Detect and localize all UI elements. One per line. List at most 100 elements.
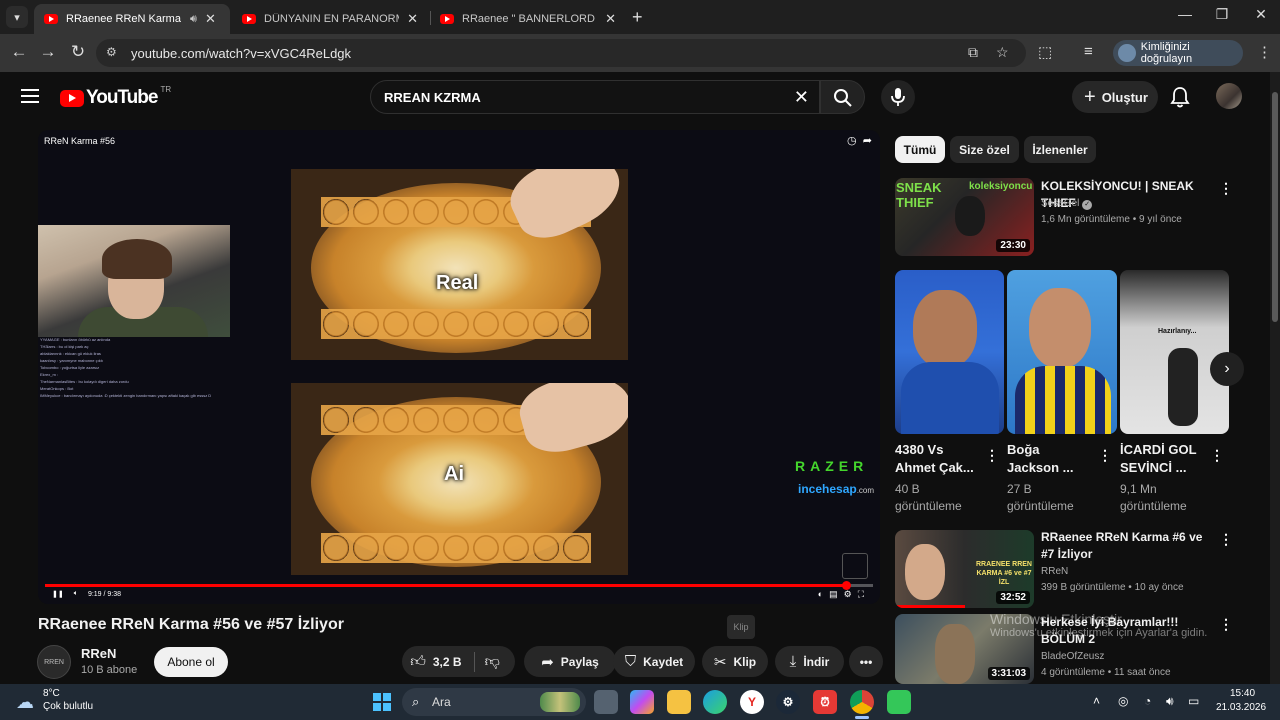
search-input[interactable]: RREAN KZRMA ✕ — [370, 80, 820, 114]
short-thumbnail[interactable] — [895, 270, 1004, 434]
voice-search-button[interactable] — [881, 80, 915, 114]
chip-for-you[interactable]: Size özel — [950, 136, 1019, 163]
windows-start-icon[interactable] — [370, 690, 394, 714]
dislike-button[interactable]: 👎︎ — [485, 653, 507, 671]
recommended-thumbnail[interactable]: SNEAK THIEF koleksiyoncu 23:30 — [895, 178, 1034, 256]
edge-browser-icon[interactable] — [703, 690, 727, 714]
progress-bar[interactable] — [45, 581, 873, 590]
wifi-icon[interactable]: ◔ — [1144, 694, 1151, 708]
clip-button[interactable]: ✂︎ Klip — [702, 646, 768, 677]
more-actions-button[interactable]: ••• — [849, 646, 883, 677]
address-bar[interactable]: ⚙︎ youtube.com/watch?v=xVGC4ReLdgk ⧉ ☆ — [96, 39, 1026, 67]
chip-all[interactable]: Tümü — [895, 136, 945, 163]
weather-description[interactable]: Çok bulutlu — [43, 701, 93, 712]
settings-gear-icon[interactable]: ⚙︎ — [844, 589, 858, 599]
short-title[interactable]: İCARDİ GOL SEVİNCİ ... — [1120, 441, 1200, 477]
create-button[interactable]: + Oluştur — [1072, 81, 1158, 113]
taskbar-search[interactable]: ⌕ Ara — [402, 688, 586, 716]
window-close-icon[interactable]: ✕ — [1246, 6, 1276, 23]
chat-app-icon[interactable] — [887, 690, 911, 714]
youtube-logo[interactable]: YouTube TR — [60, 85, 171, 109]
short-thumbnail[interactable] — [1007, 270, 1117, 434]
yandex-browser-icon[interactable]: Y — [740, 690, 764, 714]
tab-search-icon[interactable]: ▾ — [6, 6, 28, 28]
minimize-icon[interactable]: — — [1170, 6, 1200, 22]
watch-later-icon[interactable]: ◷ — [847, 135, 857, 147]
tab-close-icon[interactable]: ✕ — [605, 11, 616, 27]
url-text[interactable]: youtube.com/watch?v=xVGC4ReLdgk — [131, 46, 351, 61]
channel-watermark[interactable] — [842, 553, 868, 579]
carousel-next-button[interactable]: › — [1210, 352, 1244, 386]
weather-cloud-icon[interactable]: ☁︎ — [16, 692, 34, 713]
more-vertical-icon[interactable]: ⋮ — [1219, 180, 1233, 197]
clip-tooltip: Klip — [727, 615, 755, 639]
new-tab-icon[interactable]: + — [632, 7, 643, 28]
forward-icon[interactable]: → — [37, 42, 59, 62]
more-vertical-icon[interactable]: ⋮ — [1210, 447, 1224, 464]
bookmark-star-icon[interactable]: ☆ — [996, 44, 1009, 61]
copilot-icon[interactable] — [630, 690, 654, 714]
more-vertical-icon[interactable]: ⋮ — [985, 447, 999, 464]
share-arrow-icon[interactable]: ➦ — [863, 135, 872, 147]
recommended-channel[interactable]: RReN — [1041, 564, 1068, 580]
tab-bannerlord[interactable]: RRaenee " BANNERLORD KOMİ ✕ — [430, 4, 626, 34]
clear-search-icon[interactable]: ✕ — [794, 87, 809, 108]
chip-watched[interactable]: İzlenenler — [1024, 136, 1096, 163]
notifications-bell-icon[interactable] — [1170, 86, 1190, 113]
like-button[interactable]: 👍︎ 3,2 B — [410, 653, 461, 671]
install-app-icon[interactable]: ⧉ — [968, 44, 978, 61]
clock-time[interactable]: 15:40 — [1230, 688, 1255, 699]
more-vertical-icon[interactable]: ⋮ — [1098, 447, 1112, 464]
tab-paranormal[interactable]: DÜNYANIN EN PARANORMAL ✕ — [232, 4, 428, 34]
account-avatar[interactable] — [1216, 83, 1242, 109]
short-thumbnail[interactable]: Hazırlanıy... — [1120, 270, 1229, 434]
tab-close-icon[interactable]: ✕ — [205, 11, 216, 27]
tab-video[interactable]: RRaenee RReN Karma #56 v 🔊︎ ✕ — [34, 4, 230, 34]
download-button[interactable]: ⤓ İndir — [775, 646, 844, 677]
alarm-app-icon[interactable]: ⏰︎ — [813, 690, 837, 714]
tab-audio-icon[interactable]: 🔊︎ — [190, 13, 197, 26]
pause-icon[interactable]: ❚❚ — [52, 590, 64, 598]
channel-name[interactable]: RReN — [81, 646, 116, 661]
subtitles-icon[interactable]: ▤ — [829, 589, 844, 599]
back-icon[interactable]: ← — [8, 42, 30, 62]
steam-icon[interactable]: ⚙︎ — [776, 690, 800, 714]
site-info-icon[interactable]: ⚙︎ — [106, 45, 117, 59]
share-button[interactable]: ➦ Paylaş — [524, 646, 616, 677]
weather-temperature[interactable]: 8°C — [43, 688, 60, 699]
recommended-channel[interactable]: SeseGel ✓ — [1041, 196, 1093, 212]
task-view-icon[interactable] — [594, 690, 618, 714]
file-explorer-icon[interactable] — [667, 690, 691, 714]
clock-date[interactable]: 21.03.2026 — [1216, 702, 1266, 713]
maximize-icon[interactable]: ❐ — [1207, 6, 1237, 23]
page-scrollbar[interactable] — [1270, 72, 1280, 684]
subscribe-button[interactable]: Abone ol — [154, 647, 228, 677]
tray-overflow-icon[interactable]: ˄ — [1093, 694, 1100, 708]
recommended-channel[interactable]: BladeOfZeusz — [1041, 649, 1104, 665]
recommended-thumbnail[interactable]: RRAENEE RREN KARMA #6 ve #7 İZL 32:52 — [895, 530, 1034, 608]
hamburger-menu-icon[interactable] — [21, 89, 39, 103]
reload-icon[interactable]: ↻ — [67, 42, 89, 62]
tab-close-icon[interactable]: ✕ — [407, 11, 418, 27]
save-button[interactable]: ⛉ Kaydet — [613, 646, 695, 677]
recommended-title[interactable]: RRaenee RReN Karma #6 ve #7 İzliyor — [1041, 529, 1213, 563]
more-vertical-icon[interactable]: ⋮ — [1219, 531, 1233, 548]
channel-avatar[interactable]: RREN — [37, 645, 71, 679]
player-overlay-title: RReN Karma #56 — [44, 136, 116, 146]
profile-chip[interactable]: Kimliğinizi doğrulayın — [1113, 40, 1243, 66]
extensions-icon[interactable]: ⬚ — [1038, 43, 1052, 61]
tray-app-icon[interactable]: ◎ — [1118, 694, 1128, 708]
chrome-icon[interactable] — [850, 690, 874, 714]
browser-menu-icon[interactable]: ⋮ — [1257, 43, 1272, 61]
more-vertical-icon[interactable]: ⋮ — [1219, 616, 1233, 633]
short-title[interactable]: 4380 Vs Ahmet Çak... — [895, 441, 975, 477]
search-button[interactable] — [820, 80, 865, 114]
media-control-icon[interactable]: ≡ — [1084, 43, 1093, 60]
short-title[interactable]: Boğa Jackson ... — [1007, 441, 1087, 477]
video-player[interactable]: RReN Karma #56 ◷ ➦ YYAMAGE : bunların öb… — [38, 130, 880, 604]
volume-icon[interactable]: 🔈︎ — [74, 590, 78, 598]
fullscreen-icon[interactable]: ⛶ — [858, 589, 870, 599]
autoplay-toggle-icon[interactable]: ◐ — [818, 589, 829, 599]
volume-tray-icon[interactable]: 🔊︎ — [1166, 694, 1174, 709]
battery-icon[interactable]: ▭ — [1188, 694, 1199, 708]
